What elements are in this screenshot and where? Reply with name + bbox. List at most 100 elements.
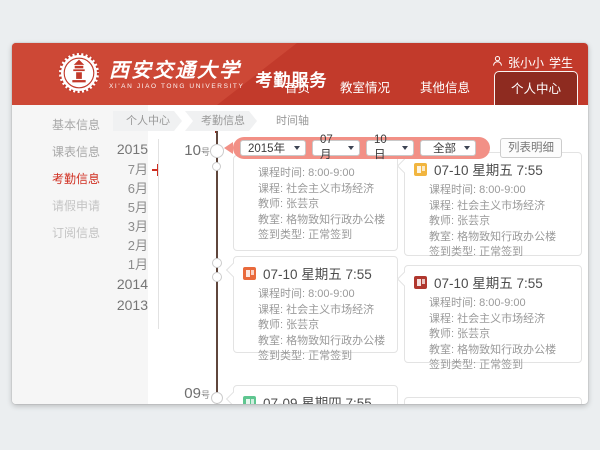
university-seal-icon <box>58 52 100 99</box>
field-value: 正常签到 <box>308 229 352 241</box>
attendance-card-partial[interactable] <box>404 397 582 404</box>
card-field-row: 教师: 张芸京 <box>429 327 573 343</box>
field-value: 格物致知行政办公楼 <box>286 335 385 347</box>
user-role: 学生 <box>549 54 573 71</box>
attendance-card[interactable]: 07-09 星期四 7:55 <box>233 385 398 404</box>
user-info[interactable]: 张小小 学生 <box>492 54 573 71</box>
timeline-nav-2015[interactable]: 2015 <box>100 139 158 160</box>
card-title: 07-10 星期五 7:55 <box>263 263 372 283</box>
nav-item-personal-center[interactable]: 个人中心 <box>494 71 578 105</box>
card-title: 07-10 星期五 7:55 <box>434 272 543 292</box>
card-field-row: 教室: 格物致知行政办公楼 <box>429 343 573 359</box>
chevron-down-icon <box>348 146 354 150</box>
attendance-card[interactable]: 07-10 星期五 7:55课程时间: 8:00-9:00课程: 社会主义市场经… <box>404 152 582 256</box>
card-field-row: 教师: 张芸京 <box>258 197 389 213</box>
attendance-stamp-icon <box>414 276 427 289</box>
card-field-row: 课程: 社会主义市场经济 <box>258 303 389 319</box>
field-value: 社会主义市场经济 <box>457 313 545 325</box>
day-label-10: 10号 <box>168 142 210 159</box>
timeline-nav-1月[interactable]: 1月 <box>100 255 158 274</box>
type-dropdown[interactable]: 全部 <box>420 140 476 156</box>
field-value: 社会主义市场经济 <box>457 200 545 212</box>
card-field-row: 课程时间: 8:00-9:00 <box>258 287 389 303</box>
crumb-attendance-info[interactable]: 考勤信息 <box>185 111 257 131</box>
month-dropdown[interactable]: 07月 <box>312 140 360 156</box>
field-label: 教师: <box>258 319 286 331</box>
timeline-nav-3月[interactable]: 3月 <box>100 217 158 236</box>
attendance-card[interactable]: 07-10 星期五 7:55课程时间: 8:00-9:00课程: 社会主义市场经… <box>404 265 582 363</box>
field-value: 张芸京 <box>457 328 490 340</box>
attendance-stamp-icon <box>414 163 427 176</box>
mini-nav-divider <box>158 139 159 329</box>
field-value: 格物致知行政办公楼 <box>286 214 385 226</box>
field-label: 签到类型: <box>258 229 308 241</box>
chevron-down-icon <box>464 146 470 150</box>
field-label: 课程: <box>429 313 457 325</box>
timeline-nav-2014[interactable]: 2014 <box>100 274 158 295</box>
field-label: 教师: <box>429 328 457 340</box>
day-dropdown[interactable]: 10日 <box>366 140 414 156</box>
timeline-nav-7月[interactable]: 7月 <box>100 160 158 179</box>
card-field-row: 课程时间: 8:00-9:00 <box>258 166 389 182</box>
card-field-row: 签到类型: 正常签到 <box>429 245 573 261</box>
timeline-node <box>212 258 222 268</box>
field-value: 格物致知行政办公楼 <box>457 344 556 356</box>
field-value: 社会主义市场经济 <box>286 304 374 316</box>
field-value: 8:00-9:00 <box>308 167 354 179</box>
list-detail-button[interactable]: 列表明细 <box>500 138 562 158</box>
card-field-row: 课程时间: 8:00-9:00 <box>429 296 573 312</box>
filter-bar: 2015年07月10日全部 <box>233 137 490 159</box>
field-value: 正常签到 <box>479 246 523 258</box>
timeline-nav-2013[interactable]: 2013 <box>100 295 158 316</box>
nav-item-other-info[interactable]: 其他信息 <box>408 77 482 105</box>
field-value: 正常签到 <box>479 359 523 371</box>
crumb-personal-center[interactable]: 个人中心 <box>113 111 182 131</box>
timeline-nav-2月[interactable]: 2月 <box>100 236 158 255</box>
field-label: 签到类型: <box>429 246 479 258</box>
field-label: 教师: <box>429 215 457 227</box>
field-label: 课程时间: <box>258 288 308 300</box>
field-label: 教室: <box>258 335 286 347</box>
card-field-row: 签到类型: 正常签到 <box>258 349 389 365</box>
day-dropdown-value: 10日 <box>374 134 398 162</box>
card-title: 07-10 星期五 7:55 <box>434 159 543 179</box>
timeline-nav-5月[interactable]: 5月 <box>100 198 158 217</box>
timeline-node-large <box>211 392 223 404</box>
nav-item-classroom-status[interactable]: 教室情况 <box>328 77 402 105</box>
nav-item-home[interactable]: 首页 <box>273 77 322 105</box>
card-header: 07-10 星期五 7:55 <box>234 257 397 286</box>
user-name: 张小小 <box>508 54 544 71</box>
field-value: 8:00-9:00 <box>479 297 525 309</box>
card-field-row: 教师: 张芸京 <box>429 214 573 230</box>
field-value: 张芸京 <box>286 319 319 331</box>
university-name-cn: 西安交通大学 <box>109 61 244 81</box>
timeline-nav-6月[interactable]: 6月 <box>100 179 158 198</box>
field-value: 8:00-9:00 <box>479 184 525 196</box>
timeline-node-large <box>210 144 224 158</box>
field-label: 教室: <box>258 214 286 226</box>
card-body: 课程时间: 8:00-9:00课程: 社会主义市场经济教师: 张芸京教室: 格物… <box>234 286 397 371</box>
field-label: 教室: <box>429 231 457 243</box>
attendance-card[interactable]: 课程时间: 8:00-9:00课程: 社会主义市场经济教师: 张芸京教室: 格物… <box>233 155 398 251</box>
card-header: 07-09 星期四 7:55 <box>234 386 397 404</box>
app-header: 西安交通大学 XI'AN JIAO TONG UNIVERSITY 考勤服务 张… <box>12 43 588 105</box>
card-field-row: 教室: 格物致知行政办公楼 <box>429 230 573 246</box>
card-field-row: 教师: 张芸京 <box>258 318 389 334</box>
field-label: 签到类型: <box>258 350 308 362</box>
chevron-down-icon <box>402 146 408 150</box>
chevron-down-icon <box>294 146 300 150</box>
card-field-row: 课程: 社会主义市场经济 <box>429 199 573 215</box>
field-label: 课程: <box>429 200 457 212</box>
card-field-row: 签到类型: 正常签到 <box>258 228 389 244</box>
field-label: 课程: <box>258 304 286 316</box>
year-dropdown[interactable]: 2015年 <box>240 140 306 156</box>
attendance-card[interactable]: 07-10 星期五 7:55 课程时间: 8:00-9:00课程: 社会主义市场经… <box>233 256 398 353</box>
field-value: 社会主义市场经济 <box>286 183 374 195</box>
crumb-timeline[interactable]: 时间轴 <box>260 111 321 131</box>
field-label: 课程: <box>258 183 286 195</box>
field-label: 课程时间: <box>429 297 479 309</box>
field-value: 张芸京 <box>457 215 490 227</box>
year-dropdown-value: 2015年 <box>248 140 285 156</box>
card-field-row: 课程: 社会主义市场经济 <box>258 182 389 198</box>
day-label-09: 09号 <box>168 385 210 402</box>
